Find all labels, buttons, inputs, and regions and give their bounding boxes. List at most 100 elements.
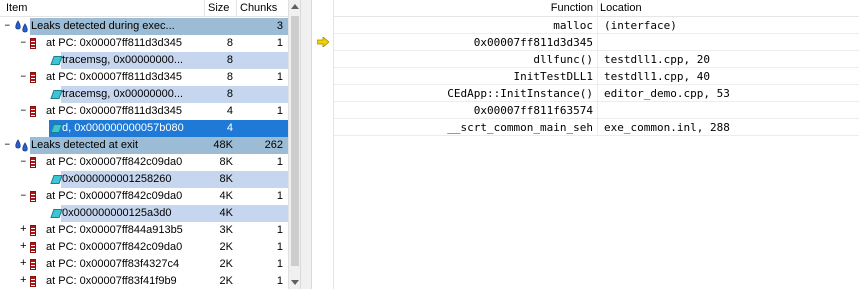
expand-icon[interactable]: +: [20, 256, 27, 273]
call-stack-icon: [30, 191, 36, 202]
collapse-icon[interactable]: –: [4, 18, 11, 35]
call-stack-icon: [30, 38, 36, 49]
item-label: tracemsg, 0x00000000...: [62, 88, 184, 100]
size-value: 2K: [219, 275, 233, 287]
memory-block-row[interactable]: 0x0000000001258260 8K: [0, 171, 288, 188]
header-chunks[interactable]: Chunks: [237, 0, 287, 17]
size-value: 2K: [219, 258, 233, 270]
call-stack-row[interactable]: – at PC: 0x00007ff811d3d345 8 1: [0, 35, 288, 52]
function-name: CEdApp::InitInstance(): [334, 85, 598, 102]
memory-block-row[interactable]: d, 0x000000000057b080 4: [0, 120, 288, 137]
header-location[interactable]: Location: [600, 0, 855, 17]
call-stack-row[interactable]: + at PC: 0x00007ff844a913b5 3K 1: [0, 222, 288, 239]
size-value: 3K: [219, 224, 233, 236]
call-stack-row[interactable]: – at PC: 0x00007ff811d3d345 8 1: [0, 69, 288, 86]
scroll-down-icon[interactable]: [291, 280, 299, 285]
collapse-icon[interactable]: –: [20, 69, 27, 86]
call-stack-icon: [30, 276, 36, 287]
chunks-value: 1: [276, 37, 283, 49]
item-label: d, 0x000000000057b080: [62, 122, 184, 134]
collapse-icon[interactable]: –: [20, 188, 27, 205]
item-label: at PC: 0x00007ff811d3d345: [46, 105, 182, 117]
size-value: 8: [226, 54, 233, 66]
leak-tree-header: Item Size Chunks: [0, 0, 288, 17]
function-name: dllfunc(): [334, 51, 598, 68]
item-label: at PC: 0x00007ff842c09da0: [46, 190, 183, 202]
item-label: tracemsg, 0x00000000...: [62, 54, 184, 66]
source-location: [604, 102, 859, 119]
item-label: at PC: 0x00007ff844a913b5: [46, 224, 183, 236]
item-label: at PC: 0x00007ff83f41f9b9: [46, 275, 177, 287]
expand-icon[interactable]: +: [20, 273, 27, 289]
memory-block-row[interactable]: 0x000000000125a3d0 4K: [0, 205, 288, 222]
scroll-up-icon[interactable]: [291, 4, 299, 9]
call-stack-header: Function Location: [334, 0, 859, 17]
size-value: 4K: [219, 207, 233, 219]
source-location: editor_demo.cpp, 53: [604, 87, 730, 100]
chunks-value: 262: [264, 139, 283, 151]
leak-group-row[interactable]: – Leaks detected at exit 48K 262: [0, 137, 288, 154]
stack-frame-row[interactable]: InitTestDLL1 testdll1.cpp, 40: [334, 68, 859, 85]
size-value: 4K: [219, 190, 233, 202]
function-name: InitTestDLL1: [334, 68, 598, 85]
size-value: 2K: [219, 241, 233, 253]
item-label: 0x0000000001258260: [62, 173, 172, 185]
leak-tree-pane: Item Size Chunks – Leaks detected during …: [0, 0, 300, 289]
call-stack-icon: [30, 259, 36, 270]
function-name: malloc: [334, 17, 598, 34]
call-stack-row[interactable]: + at PC: 0x00007ff83f4327c4 2K 1: [0, 256, 288, 273]
stack-frame-row[interactable]: __scrt_common_main_seh exe_common.inl, 28…: [334, 119, 859, 136]
item-label: at PC: 0x00007ff83f4327c4: [46, 258, 180, 270]
chunks-value: 1: [276, 105, 283, 117]
call-stack-icon: [30, 242, 36, 253]
expand-icon[interactable]: +: [20, 222, 27, 239]
item-label: at PC: 0x00007ff811d3d345: [46, 71, 182, 83]
chunks-value: 1: [276, 156, 283, 168]
call-stack-row[interactable]: – at PC: 0x00007ff811d3d345 4 1: [0, 103, 288, 120]
function-name: 0x00007ff811d3d345: [334, 34, 598, 51]
stack-frame-row[interactable]: malloc (interface): [334, 17, 859, 34]
vertical-scrollbar[interactable]: [288, 0, 300, 289]
header-size[interactable]: Size: [205, 0, 235, 17]
source-location: (interface): [604, 19, 677, 32]
size-value: 8: [226, 37, 233, 49]
collapse-icon[interactable]: –: [20, 154, 27, 171]
collapse-icon[interactable]: –: [20, 103, 27, 120]
leak-group-row[interactable]: – Leaks detected during exec... 3: [0, 18, 288, 35]
size-value: 48K: [213, 139, 233, 151]
source-location: testdll1.cpp, 40: [604, 70, 710, 83]
stack-frame-row[interactable]: 0x00007ff811d3d345: [334, 34, 859, 51]
pane-splitter[interactable]: [300, 0, 312, 289]
stack-frame-row[interactable]: CEdApp::InitInstance() editor_demo.cpp, 5…: [334, 85, 859, 102]
call-stack-icon: [30, 225, 36, 236]
call-stack-row[interactable]: + at PC: 0x00007ff83f41f9b9 2K 1: [0, 273, 288, 289]
call-stack-row[interactable]: + at PC: 0x00007ff842c09da0 2K 1: [0, 239, 288, 256]
current-frame-arrow-icon: [317, 37, 329, 47]
memory-block-row[interactable]: tracemsg, 0x00000000... 8: [0, 52, 288, 69]
source-location: [604, 34, 859, 51]
chunks-value: [237, 120, 283, 137]
stack-frame-row[interactable]: dllfunc() testdll1.cpp, 20: [334, 51, 859, 68]
call-stack-row[interactable]: – at PC: 0x00007ff842c09da0 8K 1: [0, 154, 288, 171]
leak-group-icon: [15, 20, 28, 33]
function-name: __scrt_common_main_seh: [334, 119, 598, 136]
stack-frame-row[interactable]: 0x00007ff811f63574: [334, 102, 859, 119]
size-value: 8: [226, 71, 233, 83]
chunks-value: 1: [276, 241, 283, 253]
function-name: 0x00007ff811f63574: [334, 102, 598, 119]
size-value: 4: [226, 105, 233, 117]
header-item[interactable]: Item: [6, 0, 202, 17]
collapse-icon[interactable]: –: [4, 137, 11, 154]
scrollbar-thumb[interactable]: [291, 16, 299, 266]
chunks-value: [237, 171, 283, 188]
call-stack-icon: [30, 72, 36, 83]
size-value: 8K: [219, 173, 233, 185]
expand-icon[interactable]: +: [20, 239, 27, 256]
call-stack-row[interactable]: – at PC: 0x00007ff842c09da0 4K 1: [0, 188, 288, 205]
collapse-icon[interactable]: –: [20, 35, 27, 52]
chunks-value: 1: [276, 258, 283, 270]
memory-block-row[interactable]: tracemsg, 0x00000000... 8: [0, 86, 288, 103]
header-function[interactable]: Function: [334, 0, 598, 17]
chunks-value: 3: [276, 20, 283, 32]
item-label: at PC: 0x00007ff842c09da0: [46, 241, 183, 253]
